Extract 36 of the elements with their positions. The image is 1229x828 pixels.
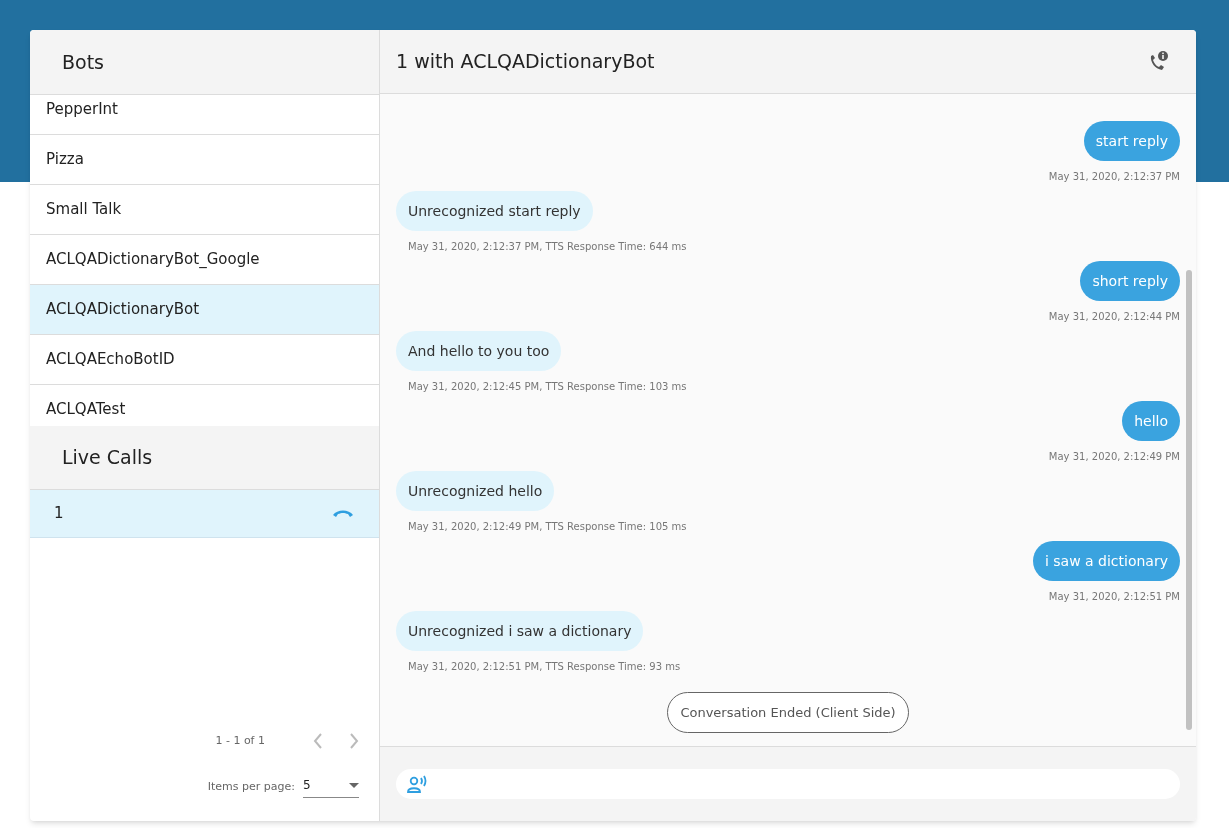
user-message: i saw a dictionary bbox=[1032, 541, 1180, 581]
bot-message: Unrecognized start reply bbox=[396, 191, 593, 231]
hang-up-icon[interactable] bbox=[331, 508, 355, 519]
bot-list-item[interactable]: PepperInt bbox=[30, 95, 379, 135]
message-timestamp: May 31, 2020, 2:12:45 PM, TTS Response Time: 103 ms bbox=[407, 380, 687, 394]
call-number: 1 bbox=[54, 503, 64, 525]
pagination-range: 1 - 1 of 1 bbox=[215, 732, 265, 749]
bot-message: Unrecognized hello bbox=[396, 471, 555, 511]
bot-list-item[interactable]: ACLQADictionaryBot bbox=[30, 285, 379, 335]
message-timestamp: May 31, 2020, 2:12:51 PM, TTS Response Time: 93 ms bbox=[407, 660, 681, 674]
user-message: start reply bbox=[1083, 121, 1180, 161]
bot-list-item[interactable]: ACLQADictionaryBot_Google bbox=[30, 235, 379, 285]
message-timestamp: May 31, 2020, 2:12:37 PM, TTS Response Time: 644 ms bbox=[407, 240, 687, 254]
bot-list-item[interactable]: Pizza bbox=[30, 135, 379, 185]
previous-page-icon[interactable] bbox=[313, 733, 323, 749]
next-page-icon[interactable] bbox=[349, 733, 359, 749]
items-per-page-select[interactable]: 5 bbox=[303, 776, 359, 798]
bot-message: And hello to you too bbox=[396, 331, 562, 371]
message-timestamp: May 31, 2020, 2:12:49 PM, TTS Response Time: 105 ms bbox=[407, 520, 687, 534]
message-timestamp: May 31, 2020, 2:12:44 PM bbox=[1048, 310, 1180, 324]
dropdown-caret-icon bbox=[349, 782, 359, 788]
bots-title: Bots bbox=[62, 49, 104, 75]
user-message: hello bbox=[1122, 401, 1180, 441]
bot-list-item[interactable]: Small Talk bbox=[30, 185, 379, 235]
speech-input-field[interactable] bbox=[396, 769, 1180, 799]
live-calls-title: Live Calls bbox=[62, 445, 153, 471]
message-timestamp: May 31, 2020, 2:12:51 PM bbox=[1048, 590, 1180, 604]
live-call-row[interactable]: 1 bbox=[30, 490, 379, 538]
bot-list-item[interactable]: ACLQAEchoBotID bbox=[30, 335, 379, 385]
items-per-page-label: Items per page: bbox=[207, 778, 295, 795]
message-timestamp: May 31, 2020, 2:12:49 PM bbox=[1048, 450, 1180, 464]
conversation-status: Conversation Ended (Client Side) bbox=[667, 692, 909, 733]
message-timestamp: May 31, 2020, 2:12:37 PM bbox=[1048, 170, 1180, 184]
chat-title: 1 with ACLQADictionaryBot bbox=[396, 49, 655, 75]
user-message: short reply bbox=[1080, 261, 1180, 301]
bot-message: Unrecognized i saw a dictionary bbox=[396, 611, 644, 651]
